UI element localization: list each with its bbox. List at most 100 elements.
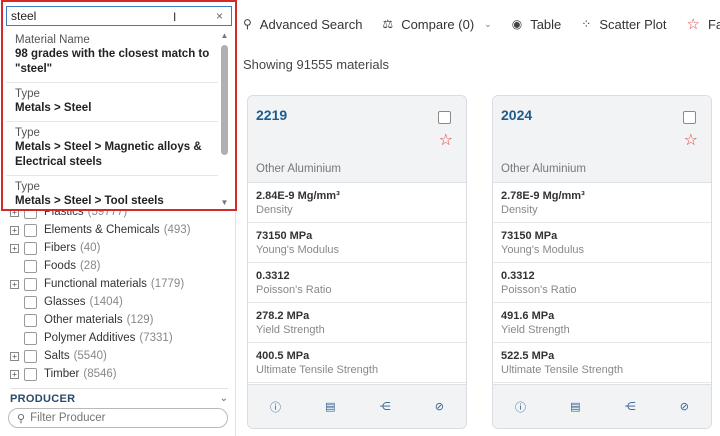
category-label: Other materials (44, 314, 123, 326)
category-item-functional-materials[interactable]: + Functional materials (1779) (10, 275, 232, 293)
card-actions: ⓘ ▤ ⋲ ⊘ (248, 384, 466, 428)
property-row: 491.6 MPa Yield Strength (493, 303, 711, 343)
expand-icon[interactable]: + (10, 225, 19, 235)
star-icon[interactable]: ☆ (684, 130, 698, 150)
search-field[interactable]: Ι × (6, 6, 232, 26)
category-checkbox[interactable] (24, 241, 37, 255)
property-row: 2.84E-9 Mg/mm³ Density (248, 183, 466, 223)
compare-checkbox[interactable] (683, 111, 696, 124)
category-checkbox[interactable] (24, 277, 37, 291)
producer-heading: PRODUCER (10, 392, 76, 405)
property-value: 522.5 MPa (501, 350, 555, 362)
datasheet-pdf-icon[interactable]: ▤ (325, 400, 335, 413)
search-input[interactable] (11, 9, 161, 23)
category-item-glasses[interactable]: Glasses (1404) (10, 293, 232, 311)
card-header: 2219 ☆ Other Aluminium (248, 96, 466, 183)
material-card[interactable]: 2219 ☆ Other Aluminium 2.84E-9 Mg/mm³ De… (247, 95, 467, 429)
category-item-other-materials[interactable]: Other materials (129) (10, 311, 232, 329)
compare-button[interactable]: ⚖ Compare (0) ⌄ (382, 17, 491, 32)
expand-icon[interactable]: + (10, 369, 19, 379)
category-count: (7331) (139, 332, 173, 344)
star-icon: ☆ (686, 16, 700, 33)
material-card[interactable]: 2024 ☆ Other Aluminium 2.78E-9 Mg/mm³ De… (492, 95, 712, 429)
info-icon[interactable]: ⓘ (270, 399, 281, 415)
property-value: 400.5 MPa (256, 350, 310, 362)
advanced-search-button[interactable]: ⚲ Advanced Search (243, 17, 362, 32)
category-item-fibers[interactable]: + Fibers (40) (10, 239, 232, 257)
scatter-plot-icon: ⁘ (581, 17, 592, 31)
share-icon[interactable]: ⋲ (625, 400, 636, 413)
property-row: 522.5 MPa Ultimate Tensile Strength (493, 343, 711, 383)
property-row: 0.3312 Poisson's Ratio (248, 263, 466, 303)
scroll-thumb[interactable] (221, 45, 228, 155)
category-label: Elements & Chemicals (44, 224, 160, 236)
producer-filter-input[interactable] (30, 412, 211, 424)
category-label: Foods (44, 260, 76, 272)
suggestion-value: Metals > Steel > Magnetic alloys & Elect… (15, 141, 202, 168)
favorites-button[interactable]: ☆ Fav (687, 15, 720, 33)
link-icon[interactable]: ⊘ (680, 400, 689, 413)
category-item-elements-chemicals[interactable]: + Elements & Chemicals (493) (10, 221, 232, 239)
search-icon: ⚲ (243, 17, 252, 31)
category-count: (40) (79, 242, 101, 254)
card-header: 2024 ☆ Other Aluminium (493, 96, 711, 183)
suggestion-item[interactable]: Material Name 98 grades with the closest… (6, 29, 218, 83)
suggestion-label: Material Name (15, 34, 90, 46)
category-item-foods[interactable]: Foods (28) (10, 257, 232, 275)
property-value: 278.2 MPa (256, 310, 310, 322)
link-icon[interactable]: ⊘ (435, 400, 444, 413)
property-value: 0.3312 (501, 270, 535, 282)
clear-icon[interactable]: × (216, 9, 223, 23)
category-item-polymer-additives[interactable]: Polymer Additives (7331) (10, 329, 232, 347)
property-name: Yield Strength (501, 324, 570, 336)
material-category: Other Aluminium (501, 163, 587, 175)
producer-filter-field[interactable]: ⚲ (8, 408, 228, 428)
suggestion-item[interactable]: Type Metals > Steel (6, 83, 218, 122)
chevron-down-icon[interactable]: ⌄ (220, 393, 228, 404)
property-name: Young's Modulus (501, 244, 585, 256)
category-label: Polymer Additives (44, 332, 136, 344)
category-tree: + Plastics (59777) + Elements & Chemical… (10, 203, 232, 383)
category-checkbox[interactable] (24, 349, 37, 363)
property-name: Yield Strength (256, 324, 325, 336)
suggestion-value: Metals > Steel > Tool steels (15, 195, 164, 207)
suggestion-item[interactable]: Type Metals > Steel > Magnetic alloys & … (6, 122, 218, 176)
expand-icon[interactable]: + (10, 351, 19, 361)
material-name[interactable]: 2024 (501, 107, 532, 123)
category-count: (28) (79, 260, 101, 272)
material-name[interactable]: 2219 (256, 107, 287, 123)
scroll-down-icon[interactable]: ▼ (220, 198, 229, 207)
category-label: Fibers (44, 242, 76, 254)
category-checkbox[interactable] (24, 295, 37, 309)
category-checkbox[interactable] (24, 223, 37, 237)
property-value: 2.78E-9 Mg/mm³ (501, 190, 585, 202)
share-icon[interactable]: ⋲ (380, 400, 391, 413)
category-label: Timber (44, 368, 80, 380)
expand-icon[interactable]: + (10, 279, 19, 289)
scatter-plot-button[interactable]: ⁘ Scatter Plot (581, 17, 666, 32)
property-row: 400.5 MPa Ultimate Tensile Strength (248, 343, 466, 383)
property-row: 0.3312 Poisson's Ratio (493, 263, 711, 303)
datasheet-pdf-icon[interactable]: ▤ (570, 400, 580, 413)
category-item-salts[interactable]: + Salts (5540) (10, 347, 232, 365)
suggestion-label: Type (15, 181, 40, 193)
producer-section-header[interactable]: PRODUCER ⌄ (10, 388, 228, 406)
star-icon[interactable]: ☆ (439, 130, 453, 150)
compare-checkbox[interactable] (438, 111, 451, 124)
suggestion-scrollbar[interactable]: ▲ ▼ (220, 31, 229, 207)
category-checkbox[interactable] (24, 367, 37, 381)
suggestion-label: Type (15, 127, 40, 139)
category-count: (493) (163, 224, 191, 236)
table-view-button[interactable]: ◉ Table (512, 17, 562, 32)
scroll-up-icon[interactable]: ▲ (220, 31, 229, 40)
category-checkbox[interactable] (24, 331, 37, 345)
suggestion-item[interactable]: Type Metals > Steel > Tool steels (6, 176, 218, 207)
info-icon[interactable]: ⓘ (515, 399, 526, 415)
property-row: 73150 MPa Young's Modulus (248, 223, 466, 263)
category-checkbox[interactable] (24, 259, 37, 273)
results-count: Showing 91555 materials (243, 57, 389, 72)
category-item-timber[interactable]: + Timber (8546) (10, 365, 232, 383)
property-value: 73150 MPa (501, 230, 558, 242)
category-checkbox[interactable] (24, 313, 37, 327)
expand-icon[interactable]: + (10, 243, 19, 253)
